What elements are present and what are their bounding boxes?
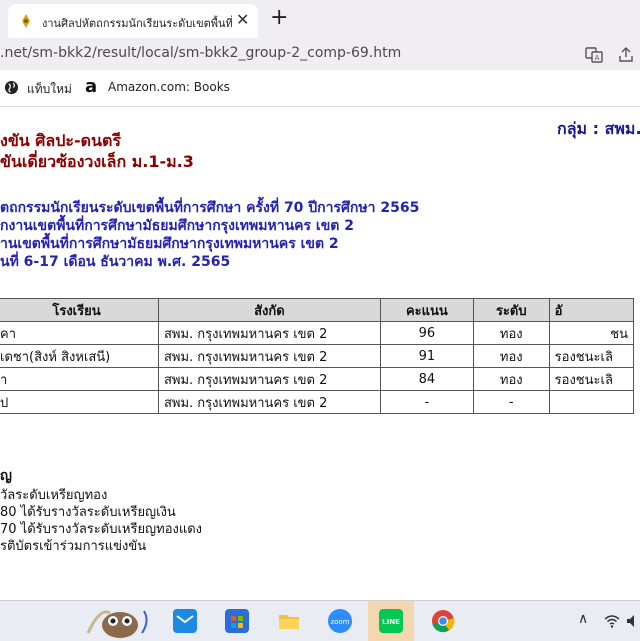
criteria-line-4: รติบัตรเข้าร่วมการแข่งขัน bbox=[0, 539, 147, 554]
close-tab-icon[interactable]: ✕ bbox=[236, 10, 249, 29]
cell-school: า bbox=[0, 367, 159, 391]
globe-icon bbox=[4, 80, 19, 95]
svg-text:A: A bbox=[595, 54, 600, 62]
zoom-icon[interactable]: zoom bbox=[328, 609, 352, 633]
cell-score: 84 bbox=[379, 367, 474, 391]
cell-level: ทอง bbox=[472, 367, 550, 391]
svg-text:zoom: zoom bbox=[330, 618, 349, 626]
cell-award: รองชนะเลิ bbox=[548, 367, 635, 391]
amazon-icon: a bbox=[85, 76, 98, 97]
chevron-up-icon[interactable]: ∧ bbox=[578, 611, 588, 627]
cell-level: ทอง bbox=[472, 344, 550, 368]
cell-award: ชน bbox=[548, 321, 635, 345]
cell-level: - bbox=[472, 390, 550, 414]
cell-school: ป bbox=[0, 390, 159, 414]
volume-icon[interactable] bbox=[626, 613, 640, 629]
cell-score: 96 bbox=[379, 321, 474, 345]
svg-text:LINE: LINE bbox=[382, 618, 400, 626]
line-icon[interactable]: LINE bbox=[379, 609, 403, 633]
header-score: คะแนน bbox=[379, 298, 474, 322]
header-award: อั bbox=[548, 298, 635, 322]
cell-school: เดชา(สิงห์ สิงหเสนี) bbox=[0, 344, 159, 368]
address-bar[interactable]: .net/sm-bkk2/result/local/sm-bkk2_group-… bbox=[0, 38, 640, 70]
cell-award: รองชนะเลิ bbox=[548, 344, 635, 368]
cell-school: คา bbox=[0, 321, 159, 345]
folder-icon[interactable] bbox=[277, 609, 301, 633]
chrome-icon[interactable] bbox=[431, 609, 455, 633]
table-row: คา สพม. กรุงเทพมหานคร เขต 2 96 ทอง ชน bbox=[0, 321, 635, 345]
info-line-4: นที่ 6-17 เดือน ธันวาคม พ.ศ. 2565 bbox=[0, 254, 231, 270]
cell-affiliation: สพม. กรุงเทพมหานคร เขต 2 bbox=[157, 367, 381, 391]
cell-score: - bbox=[379, 390, 474, 414]
site-favicon-icon bbox=[22, 14, 30, 28]
page-content: ่งขัน ศิลปะ-ดนตรี ขันเดี่ยวซ้องวงเล็ก ม.… bbox=[0, 107, 640, 600]
browser-tab[interactable]: งานศิลปหัตถกรรมนักเรียนระดับเขตพื้นที่กา… bbox=[8, 4, 258, 38]
group-label: กลุ่ม : สพม. bbox=[557, 119, 640, 138]
wifi-icon[interactable] bbox=[604, 613, 620, 629]
cell-affiliation: สพม. กรุงเทพมหานคร เขต 2 bbox=[157, 321, 381, 345]
new-tab-icon[interactable]: + bbox=[270, 5, 288, 30]
taskbar: zoom LINE ∧ bbox=[0, 600, 640, 641]
widget-mascot-icon[interactable] bbox=[80, 603, 154, 639]
table-row: ป สพม. กรุงเทพมหานคร เขต 2 - - bbox=[0, 390, 635, 414]
table-row: า สพม. กรุงเทพมหานคร เขต 2 84 ทอง รองชนะ… bbox=[0, 367, 635, 391]
bookmark-new-tab[interactable]: แท็บใหม่ bbox=[27, 80, 72, 99]
cell-level: ทอง bbox=[472, 321, 550, 345]
tab-bar: งานศิลปหัตถกรรมนักเรียนระดับเขตพื้นที่กา… bbox=[0, 0, 640, 38]
cell-award bbox=[548, 390, 635, 414]
cell-affiliation: สพม. กรุงเทพมหานคร เขต 2 bbox=[157, 344, 381, 368]
table-header-row: โรงเรียน สังกัด คะแนน ระดับ อั bbox=[0, 298, 635, 322]
competition-subheading: ขันเดี่ยวซ้องวงเล็ก ม.1-ม.3 bbox=[0, 152, 194, 171]
mail-icon[interactable] bbox=[173, 609, 197, 633]
bookmarks-bar: แท็บใหม่ a Amazon.com: Books bbox=[0, 70, 640, 107]
cell-score: 91 bbox=[379, 344, 474, 368]
table-row: เดชา(สิงห์ สิงหเสนี) สพม. กรุงเทพมหานคร … bbox=[0, 344, 635, 368]
store-icon[interactable] bbox=[225, 609, 249, 633]
header-school: โรงเรียน bbox=[0, 298, 159, 322]
bookmark-amazon-books[interactable]: Amazon.com: Books bbox=[108, 80, 230, 94]
tab-title: งานศิลปหัตถกรรมนักเรียนระดับเขตพื้นที่กา… bbox=[42, 17, 232, 30]
header-level: ระดับ bbox=[472, 298, 550, 322]
translate-icon[interactable]: A bbox=[585, 46, 603, 64]
results-table: โรงเรียน สังกัด คะแนน ระดับ อั คา สพม. ก… bbox=[0, 298, 635, 414]
cell-affiliation: สพม. กรุงเทพมหานคร เขต 2 bbox=[157, 390, 381, 414]
share-icon[interactable] bbox=[617, 46, 635, 64]
url-text[interactable]: .net/sm-bkk2/result/local/sm-bkk2_group-… bbox=[0, 45, 401, 61]
header-affiliation: สังกัด bbox=[157, 298, 381, 322]
